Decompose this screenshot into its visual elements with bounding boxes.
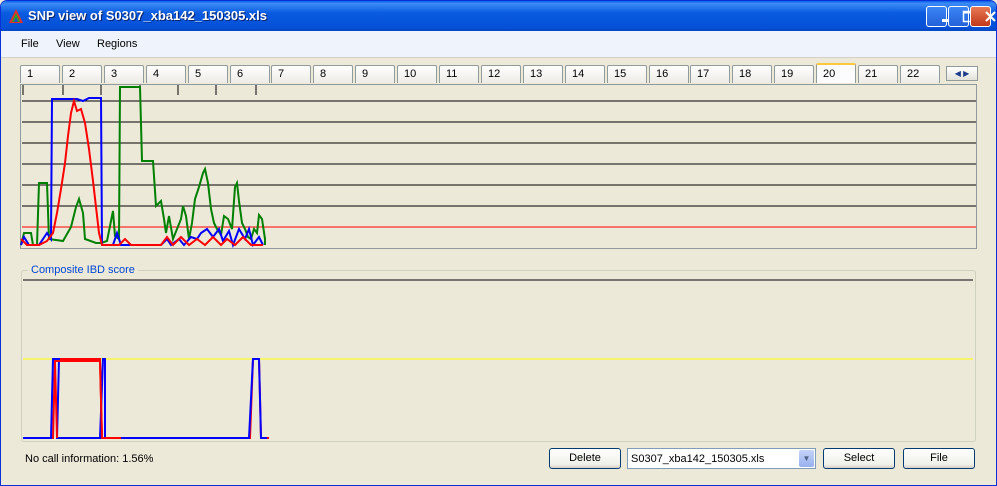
status-text: No call information: 1.56% [25,453,154,465]
file-select-value: S0307_xba142_150305.xls [631,453,765,465]
chevron-down-icon[interactable]: ▼ [799,450,814,467]
composite-ibd-group [21,270,976,442]
file-button[interactable]: File [903,448,975,469]
select-button[interactable]: Select [823,448,895,469]
app-window: SNP view of S0307_xba142_150305.xls File… [0,0,997,486]
blue-trace [20,97,264,249]
green-trace [20,86,266,246]
file-select[interactable]: S0307_xba142_150305.xls ▼ [627,448,816,469]
composite-ibd-label: Composite IBD score [28,264,138,276]
red-trace [20,97,263,247]
delete-button[interactable]: Delete [549,448,621,469]
